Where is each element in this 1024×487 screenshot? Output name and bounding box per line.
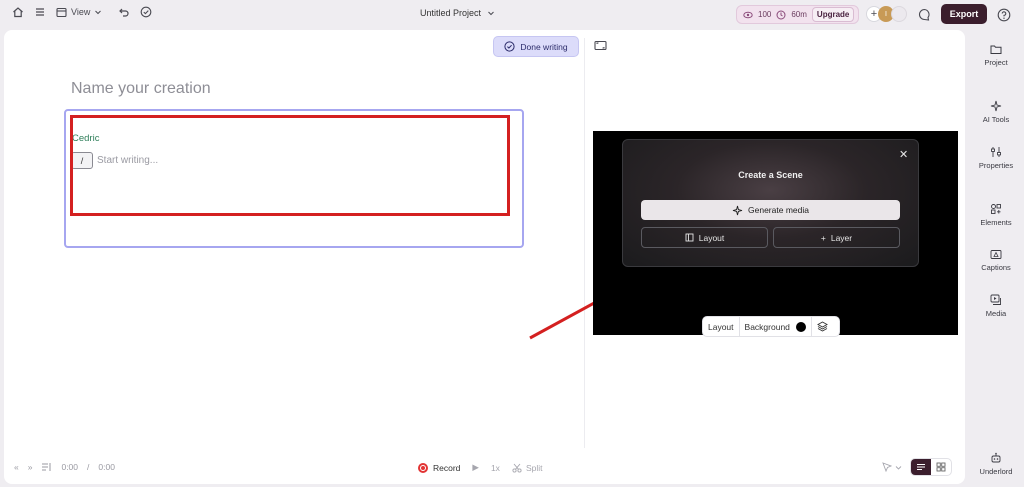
help-icon[interactable] [997, 8, 1011, 22]
done-writing-button[interactable]: Done writing [493, 36, 579, 57]
panel-divider[interactable] [584, 38, 585, 448]
scene-layer-button[interactable]: + Layer [773, 227, 900, 248]
creation-title-input[interactable]: Name your creation [71, 80, 211, 98]
chevron-down-icon [895, 465, 902, 470]
sparkle-icon [990, 100, 1002, 112]
shapes-icon [991, 204, 1001, 214]
background-color-swatch[interactable] [795, 321, 806, 332]
split-label: Split [525, 462, 543, 473]
speed-button[interactable]: 1x [491, 463, 500, 473]
credits-minutes: 60m [791, 10, 807, 19]
script-mode-toggle[interactable] [911, 459, 931, 475]
skip-back-icon[interactable]: « [14, 462, 19, 472]
expand-preview-icon[interactable] [594, 40, 607, 51]
right-sidebar: Project AI Tools Properties Elements Cap… [968, 30, 1024, 484]
sidebar-item-media[interactable]: Media [968, 294, 1024, 318]
scissors-icon [512, 463, 522, 473]
time-separator: / [87, 462, 90, 472]
export-button[interactable]: Export [941, 4, 987, 24]
time-current: 0:00 [61, 462, 79, 472]
record-button[interactable]: Record [418, 462, 461, 473]
scene-layout-button[interactable]: Layout [641, 227, 768, 248]
captions-icon [990, 250, 1002, 259]
saved-check-icon[interactable] [140, 6, 152, 18]
plus-icon: + [820, 232, 826, 243]
view-menu-button[interactable]: View [56, 7, 102, 18]
time-total: 0:00 [98, 462, 115, 472]
view-label: View [71, 7, 91, 17]
background-button[interactable]: Background [740, 317, 812, 336]
layout-icon [685, 233, 694, 242]
menu-icon[interactable] [34, 6, 46, 18]
cursor-mode-button[interactable] [882, 462, 902, 472]
record-icon [418, 462, 428, 473]
grid-icon [936, 462, 946, 472]
sidebar-item-label: Captions [981, 263, 1011, 272]
script-mode-icon [917, 464, 925, 470]
playback-controls: Record ▶ 1x Split [418, 462, 542, 473]
sidebar-item-label: Underlord [979, 467, 1013, 476]
credits-count: 100 [758, 10, 772, 19]
chevron-down-icon [488, 11, 494, 16]
timer-icon [776, 10, 786, 19]
sidebar-item-properties[interactable]: Properties [968, 146, 1024, 170]
avatar-secondary[interactable] [891, 6, 907, 22]
avatar-initial: I [885, 10, 887, 18]
sidebar-item-captions[interactable]: Captions [968, 249, 1024, 272]
close-icon[interactable]: ✕ [899, 148, 908, 161]
sidebar-item-ai-tools[interactable]: AI Tools [968, 100, 1024, 124]
cursor-icon [882, 462, 892, 472]
split-button[interactable]: Split [512, 462, 543, 473]
highlight-box [70, 115, 510, 216]
sidebar-item-label: Media [985, 309, 1007, 318]
robot-icon [991, 452, 1001, 463]
view-toggle [910, 458, 952, 476]
top-bar: View Untitled Project 100 60m Upgrade + … [0, 0, 1024, 30]
sliders-icon [991, 147, 1001, 157]
grid-mode-toggle[interactable] [931, 459, 951, 475]
sidebar-item-elements[interactable]: Elements [968, 203, 1024, 227]
project-title-dropdown[interactable]: Untitled Project [420, 8, 495, 18]
chevron-down-icon [95, 10, 102, 15]
folder-icon [990, 45, 1002, 54]
preview-layout-button[interactable]: Layout [703, 317, 740, 336]
record-label: Record [433, 462, 461, 473]
sidebar-item-label: Project [984, 58, 1008, 67]
script-view-icon[interactable] [41, 462, 52, 472]
home-icon[interactable] [12, 6, 24, 18]
sidebar-item-label: AI Tools [982, 115, 1010, 124]
sidebar-item-label: Elements [980, 218, 1012, 227]
sparkle-icon [732, 205, 743, 215]
top-bar-left: View [12, 6, 152, 18]
sidebar-item-project[interactable]: Project [968, 44, 1024, 67]
media-icon [990, 294, 1001, 305]
upgrade-button[interactable]: Upgrade [811, 7, 855, 22]
check-circle-icon [504, 41, 515, 52]
playback-right [882, 458, 952, 476]
done-writing-label: Done writing [520, 41, 568, 52]
playback-bar: « » 0:00 / 0:00 Record ▶ 1x Split [4, 452, 965, 484]
comments-icon[interactable] [918, 8, 931, 21]
project-title: Untitled Project [420, 8, 482, 18]
scene-layer-label: Layer [830, 232, 853, 243]
play-icon[interactable]: ▶ [472, 462, 479, 473]
layers-button[interactable] [812, 317, 833, 336]
playback-left: « » 0:00 / 0:00 [14, 462, 115, 472]
generate-media-label: Generate media [748, 205, 809, 215]
scene-panel-title: Create a Scene [738, 170, 803, 180]
credits-badge[interactable]: 100 60m Upgrade [736, 5, 860, 24]
skip-forward-icon[interactable]: » [28, 462, 33, 472]
scene-layout-label: Layout [698, 232, 725, 243]
layers-icon [816, 321, 828, 332]
generate-media-button[interactable]: Generate media [641, 200, 900, 220]
layout-icon [56, 7, 67, 17]
sidebar-item-underlord[interactable]: Underlord [968, 452, 1024, 476]
eye-icon [743, 11, 753, 18]
background-label: Background [744, 321, 790, 332]
preview-toolbar: Layout Background [702, 316, 840, 337]
sidebar-item-label: Properties [978, 161, 1014, 170]
undo-icon[interactable] [118, 6, 130, 18]
